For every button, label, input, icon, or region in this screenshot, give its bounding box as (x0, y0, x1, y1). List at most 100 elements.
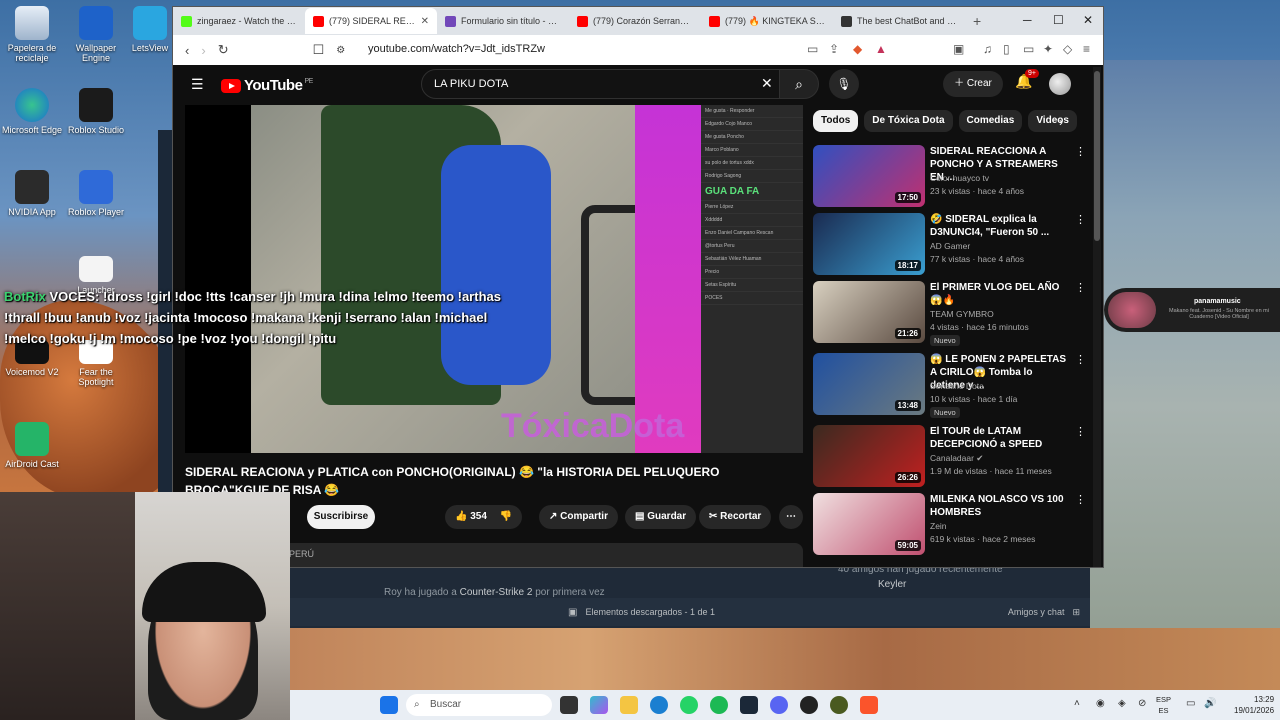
chevron-right-icon[interactable]: › (1059, 115, 1063, 129)
reload-icon[interactable]: ↻ (218, 42, 229, 58)
url-field[interactable]: youtube.com/watch?v=Jdt_idsTRZw (368, 43, 545, 55)
network-icon[interactable]: ▭ (1186, 698, 1195, 709)
wallet-icon[interactable]: ▭ (1023, 42, 1034, 56)
maximize-icon[interactable]: ☐ (1053, 13, 1064, 27)
language-indicator[interactable]: ESP ES (1156, 694, 1171, 716)
brave-icon[interactable] (860, 696, 878, 714)
tab-google-form[interactable]: Formulario sin título - Form (437, 8, 569, 34)
desktop-icon-airdroid[interactable]: AirDroid Cast (0, 422, 64, 469)
page-scrollbar[interactable] (1093, 67, 1101, 567)
tray-wifi-off-icon[interactable]: ⊘ (1138, 698, 1146, 709)
tab-chatbot[interactable]: The best ChatBot and Widg (833, 8, 965, 34)
desktop-icon-roblox-studio[interactable]: Roblox Studio (64, 88, 128, 135)
tab-youtube-active[interactable]: (779) SIDERAL REAC ✕ (305, 8, 437, 34)
clear-search-icon[interactable]: ✕ (761, 75, 773, 92)
recommended-video[interactable]: 26:26 El TOUR de LATAM DECEPCIONÓ a SPEE… (813, 425, 1086, 489)
bookmark-icon[interactable]: ☐ (313, 42, 325, 58)
sidebar-icon[interactable]: ▯ (1003, 42, 1010, 56)
recommended-video[interactable]: 18:17 🤣 SIDERAL explica la D3NUNCI4, "Fu… (813, 213, 1086, 277)
recommended-video[interactable]: 13:48 😱 LE PONEN 2 PAPELETAS A CIRILO😱 T… (813, 353, 1086, 418)
more-vertical-icon[interactable]: ⋮ (1075, 213, 1086, 226)
tray-security-icon[interactable]: ◈ (1118, 698, 1126, 709)
like-button[interactable]: 👍 354 👎 (445, 505, 523, 529)
wallpaper-sea (1090, 60, 1280, 690)
brave-shields-icon[interactable]: ◆ (853, 42, 862, 56)
now-playing-toast[interactable]: panamamusic Makano feat. Josenid - Su No… (1104, 288, 1280, 332)
menu-icon[interactable]: ≡ (1083, 42, 1090, 56)
extension-icon[interactable]: ▣ (953, 42, 964, 56)
desktop-icon-wallpaper-engine[interactable]: Wallpaper Engine (64, 6, 128, 63)
user-avatar[interactable] (1049, 73, 1071, 95)
desktop-icon-roblox-player[interactable]: Roblox Player (64, 170, 128, 217)
close-window-icon[interactable]: ✕ (1083, 13, 1093, 27)
recommended-video[interactable]: 59:05 MILENKA NOLASCO VS 100 HOMBRES Zei… (813, 493, 1086, 557)
share-button[interactable]: ↗ Compartir (539, 505, 618, 529)
system-clock[interactable]: 13:29 19/01/2026 (1234, 694, 1274, 716)
more-vertical-icon[interactable]: ⋮ (1075, 425, 1086, 438)
tab-youtube-corazon[interactable]: (779) Corazón Serrano - Mi (569, 8, 701, 34)
more-vertical-icon[interactable]: ⋮ (1075, 281, 1086, 294)
more-vertical-icon[interactable]: ⋮ (1075, 145, 1086, 158)
minimize-icon[interactable]: ─ (1023, 13, 1032, 27)
description-box[interactable]: PERÚ (281, 543, 803, 567)
chip-videos[interactable]: Videos (1028, 110, 1077, 132)
steam-friends-chat-button[interactable]: Amigos y chat (1008, 607, 1065, 617)
steam-icon[interactable] (740, 696, 758, 714)
app-icon[interactable] (830, 696, 848, 714)
scrollbar-thumb[interactable] (1094, 71, 1100, 241)
rewards-icon[interactable]: ▲ (875, 42, 887, 56)
discord-icon[interactable] (770, 696, 788, 714)
forward-icon[interactable]: › (201, 43, 205, 58)
new-tab-icon[interactable]: + (973, 13, 981, 29)
more-vertical-icon[interactable]: ⋮ (1075, 493, 1086, 506)
vpn-icon[interactable]: ◇ (1063, 42, 1072, 56)
file-explorer-icon[interactable] (620, 696, 638, 714)
share-icon[interactable]: ⇪ (829, 42, 839, 56)
steam-downloads-status[interactable]: Elementos descargados - 1 de 1 (585, 607, 715, 617)
desktop-icon-edge[interactable]: Microsoft Edge (0, 88, 64, 135)
chip-toxica-dota[interactable]: De Tóxica Dota (864, 110, 953, 132)
tray-chevron-icon[interactable]: ˄ (1074, 698, 1080, 709)
steam-friend-name[interactable]: Keyler (878, 579, 906, 590)
desktop-icon-recycle-bin[interactable]: Papelera de reciclaje (0, 6, 64, 63)
windows-start-icon[interactable] (380, 696, 398, 714)
copilot-icon[interactable] (590, 696, 608, 714)
clip-button[interactable]: ✂ Recortar (699, 505, 772, 529)
chip-all[interactable]: Todos (813, 110, 859, 132)
tab-kick-vod[interactable]: zingaraez - Watch the VOD (173, 8, 305, 34)
friends-add-icon[interactable]: ⊞ (1072, 607, 1080, 618)
obs-icon[interactable] (800, 696, 818, 714)
more-actions-button[interactable]: ⋯ (779, 505, 803, 529)
chip-comedias[interactable]: Comedias (958, 110, 1023, 132)
thumbs-down-icon[interactable]: 👎 (500, 511, 512, 522)
recommended-video[interactable]: 21:26 El PRIMER VLOG DEL AÑO 😱🔥 TEAM GYM… (813, 281, 1086, 346)
whatsapp-icon[interactable] (680, 696, 698, 714)
edge-taskbar-icon[interactable] (650, 696, 668, 714)
more-vertical-icon[interactable]: ⋮ (1075, 353, 1086, 366)
desktop-icon-nvidia[interactable]: NVIDIA App (0, 170, 64, 217)
tab-youtube-kingteka[interactable]: (779) 🔥 KINGTEKA SE DISC (701, 8, 833, 34)
site-info-icon[interactable]: ⚙ (336, 45, 345, 56)
task-view-icon[interactable] (560, 696, 578, 714)
back-icon[interactable]: ‹ (185, 43, 189, 58)
voice-search-button[interactable]: 🎙 (829, 69, 859, 99)
youtube-logo[interactable]: YouTube PE (221, 77, 313, 94)
volume-icon[interactable]: 🔊 (1204, 698, 1216, 709)
search-button[interactable]: ⌕ (779, 69, 819, 99)
video-player[interactable]: Me gusta · Responder Edgardo Cojo Manco … (185, 105, 803, 453)
recommended-video[interactable]: 17:50 SIDERAL REACCIONA A PONCHO Y A STR… (813, 145, 1086, 209)
create-button[interactable]: ＋ Crear (943, 71, 1003, 97)
tray-app-icon[interactable]: ◉ (1096, 698, 1105, 709)
subscribe-button[interactable]: Suscribirse (307, 505, 375, 529)
taskbar-search[interactable]: ⌕ Buscar (406, 694, 552, 716)
desktop-icon-letsview[interactable]: LetsView (128, 6, 172, 53)
save-button[interactable]: ▤ Guardar (625, 505, 697, 529)
leo-icon[interactable]: ✦ (1043, 42, 1053, 56)
spotify-icon[interactable] (710, 696, 728, 714)
steam-game-name[interactable]: Counter-Strike 2 (460, 587, 533, 598)
search-input[interactable]: LA PIKU DOTA (421, 69, 787, 99)
hamburger-menu-icon[interactable]: ☰ (191, 76, 204, 93)
screen-icon[interactable]: ▭ (807, 42, 818, 56)
close-tab-icon[interactable]: ✕ (421, 16, 429, 27)
music-icon[interactable]: ♫ (983, 42, 992, 56)
